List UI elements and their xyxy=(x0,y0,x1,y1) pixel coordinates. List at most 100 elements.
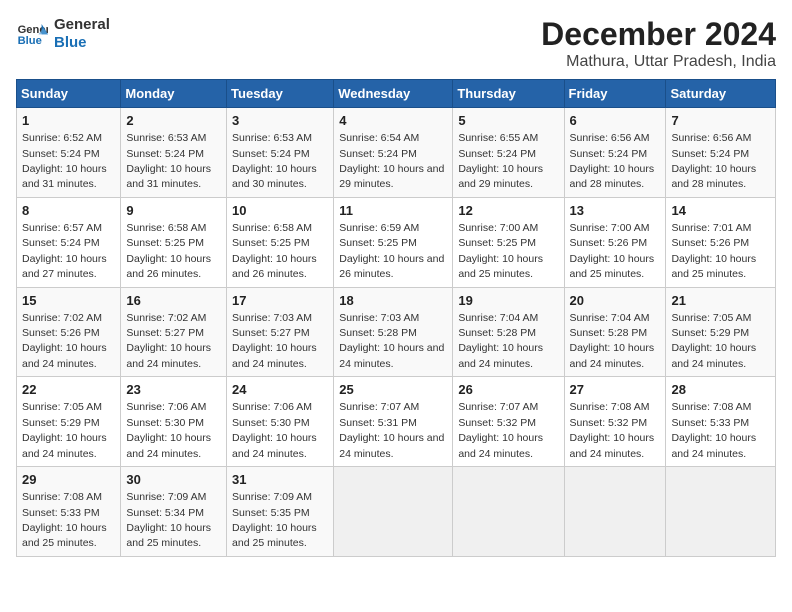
calendar-cell: 17 Sunrise: 7:03 AMSunset: 5:27 PMDayligh… xyxy=(227,287,334,377)
calendar-cell: 21 Sunrise: 7:05 AMSunset: 5:29 PMDayligh… xyxy=(666,287,776,377)
calendar-cell: 11Sunrise: 6:59 AMSunset: 5:25 PMDayligh… xyxy=(334,197,453,287)
calendar-cell: 24 Sunrise: 7:06 AMSunset: 5:30 PMDayligh… xyxy=(227,377,334,467)
calendar-cell: 6Sunrise: 6:56 AMSunset: 5:24 PMDaylight… xyxy=(564,108,666,198)
day-info: Sunrise: 6:54 AMSunset: 5:24 PMDaylight:… xyxy=(339,132,444,190)
day-number: 21 xyxy=(671,292,770,310)
header: General Blue General Blue December 2024 … xyxy=(16,16,776,71)
day-number: 17 xyxy=(232,292,328,310)
calendar-cell: 10 Sunrise: 6:58 AMSunset: 5:25 PMDayligh… xyxy=(227,197,334,287)
calendar-cell: 7 Sunrise: 6:56 AMSunset: 5:24 PMDaylight… xyxy=(666,108,776,198)
logo-blue: Blue xyxy=(54,34,110,52)
day-info: Sunrise: 7:09 AMSunset: 5:35 PMDaylight:… xyxy=(232,491,317,549)
logo: General Blue General Blue xyxy=(16,16,110,52)
page-subtitle: Mathura, Uttar Pradesh, India xyxy=(541,53,776,71)
calendar-week-1: 1Sunrise: 6:52 AMSunset: 5:24 PMDaylight… xyxy=(17,108,776,198)
day-info: Sunrise: 7:08 AMSunset: 5:33 PMDaylight:… xyxy=(671,401,756,459)
day-info: Sunrise: 6:58 AMSunset: 5:25 PMDaylight:… xyxy=(232,222,317,280)
day-number: 30 xyxy=(126,471,221,489)
calendar-cell: 27 Sunrise: 7:08 AMSunset: 5:32 PMDayligh… xyxy=(564,377,666,467)
day-info: Sunrise: 7:05 AMSunset: 5:29 PMDaylight:… xyxy=(671,312,756,370)
day-info: Sunrise: 7:06 AMSunset: 5:30 PMDaylight:… xyxy=(232,401,317,459)
day-number: 12 xyxy=(458,202,558,220)
day-number: 9 xyxy=(126,202,221,220)
day-info: Sunrise: 6:53 AMSunset: 5:24 PMDaylight:… xyxy=(126,132,211,190)
calendar-cell: 19 Sunrise: 7:04 AMSunset: 5:28 PMDayligh… xyxy=(453,287,564,377)
day-number: 5 xyxy=(458,112,558,130)
day-number: 23 xyxy=(126,381,221,399)
calendar-table: SundayMondayTuesdayWednesdayThursdayFrid… xyxy=(16,79,776,557)
calendar-cell: 31 Sunrise: 7:09 AMSunset: 5:35 PMDayligh… xyxy=(227,467,334,557)
day-number: 14 xyxy=(671,202,770,220)
calendar-week-2: 8 Sunrise: 6:57 AMSunset: 5:24 PMDaylight… xyxy=(17,197,776,287)
calendar-cell: 22 Sunrise: 7:05 AMSunset: 5:29 PMDayligh… xyxy=(17,377,121,467)
day-number: 13 xyxy=(570,202,661,220)
day-info: Sunrise: 7:04 AMSunset: 5:28 PMDaylight:… xyxy=(570,312,655,370)
day-info: Sunrise: 6:56 AMSunset: 5:24 PMDaylight:… xyxy=(570,132,655,190)
day-number: 24 xyxy=(232,381,328,399)
day-info: Sunrise: 7:05 AMSunset: 5:29 PMDaylight:… xyxy=(22,401,107,459)
title-area: December 2024 Mathura, Uttar Pradesh, In… xyxy=(541,16,776,71)
day-number: 26 xyxy=(458,381,558,399)
svg-text:Blue: Blue xyxy=(18,35,42,47)
day-number: 31 xyxy=(232,471,328,489)
day-number: 25 xyxy=(339,381,447,399)
calendar-cell: 20 Sunrise: 7:04 AMSunset: 5:28 PMDayligh… xyxy=(564,287,666,377)
calendar-week-3: 15Sunrise: 7:02 AMSunset: 5:26 PMDayligh… xyxy=(17,287,776,377)
calendar-cell: 5Sunrise: 6:55 AMSunset: 5:24 PMDaylight… xyxy=(453,108,564,198)
calendar-cell: 25 Sunrise: 7:07 AMSunset: 5:31 PMDayligh… xyxy=(334,377,453,467)
header-saturday: Saturday xyxy=(666,80,776,108)
day-number: 15 xyxy=(22,292,115,310)
day-info: Sunrise: 7:07 AMSunset: 5:32 PMDaylight:… xyxy=(458,401,543,459)
day-number: 19 xyxy=(458,292,558,310)
day-info: Sunrise: 6:57 AMSunset: 5:24 PMDaylight:… xyxy=(22,222,107,280)
day-info: Sunrise: 7:07 AMSunset: 5:31 PMDaylight:… xyxy=(339,401,444,459)
day-number: 27 xyxy=(570,381,661,399)
calendar-cell: 14 Sunrise: 7:01 AMSunset: 5:26 PMDayligh… xyxy=(666,197,776,287)
day-info: Sunrise: 6:56 AMSunset: 5:24 PMDaylight:… xyxy=(671,132,756,190)
day-info: Sunrise: 7:08 AMSunset: 5:32 PMDaylight:… xyxy=(570,401,655,459)
calendar-cell: 30Sunrise: 7:09 AMSunset: 5:34 PMDayligh… xyxy=(121,467,227,557)
day-number: 28 xyxy=(671,381,770,399)
calendar-cell xyxy=(666,467,776,557)
calendar-cell: 2 Sunrise: 6:53 AMSunset: 5:24 PMDaylight… xyxy=(121,108,227,198)
calendar-cell: 28 Sunrise: 7:08 AMSunset: 5:33 PMDayligh… xyxy=(666,377,776,467)
calendar-cell: 8 Sunrise: 6:57 AMSunset: 5:24 PMDaylight… xyxy=(17,197,121,287)
day-number: 2 xyxy=(126,112,221,130)
day-info: Sunrise: 6:53 AMSunset: 5:24 PMDaylight:… xyxy=(232,132,317,190)
calendar-cell: 13Sunrise: 7:00 AMSunset: 5:26 PMDayligh… xyxy=(564,197,666,287)
day-number: 22 xyxy=(22,381,115,399)
day-info: Sunrise: 7:04 AMSunset: 5:28 PMDaylight:… xyxy=(458,312,543,370)
day-info: Sunrise: 7:06 AMSunset: 5:30 PMDaylight:… xyxy=(126,401,211,459)
header-tuesday: Tuesday xyxy=(227,80,334,108)
day-info: Sunrise: 7:01 AMSunset: 5:26 PMDaylight:… xyxy=(671,222,756,280)
header-wednesday: Wednesday xyxy=(334,80,453,108)
calendar-cell: 9 Sunrise: 6:58 AMSunset: 5:25 PMDaylight… xyxy=(121,197,227,287)
calendar-cell xyxy=(453,467,564,557)
logo-general: General xyxy=(54,16,110,34)
header-friday: Friday xyxy=(564,80,666,108)
calendar-cell: 23 Sunrise: 7:06 AMSunset: 5:30 PMDayligh… xyxy=(121,377,227,467)
logo-icon: General Blue xyxy=(16,20,48,48)
calendar-cell: 3 Sunrise: 6:53 AMSunset: 5:24 PMDaylight… xyxy=(227,108,334,198)
day-number: 7 xyxy=(671,112,770,130)
day-number: 18 xyxy=(339,292,447,310)
day-number: 20 xyxy=(570,292,661,310)
day-info: Sunrise: 7:03 AMSunset: 5:27 PMDaylight:… xyxy=(232,312,317,370)
header-monday: Monday xyxy=(121,80,227,108)
day-info: Sunrise: 7:02 AMSunset: 5:27 PMDaylight:… xyxy=(126,312,211,370)
day-number: 29 xyxy=(22,471,115,489)
day-number: 8 xyxy=(22,202,115,220)
day-number: 4 xyxy=(339,112,447,130)
day-info: Sunrise: 7:08 AMSunset: 5:33 PMDaylight:… xyxy=(22,491,107,549)
day-number: 3 xyxy=(232,112,328,130)
day-info: Sunrise: 7:03 AMSunset: 5:28 PMDaylight:… xyxy=(339,312,444,370)
calendar-cell: 4 Sunrise: 6:54 AMSunset: 5:24 PMDaylight… xyxy=(334,108,453,198)
day-info: Sunrise: 6:58 AMSunset: 5:25 PMDaylight:… xyxy=(126,222,211,280)
day-number: 10 xyxy=(232,202,328,220)
calendar-cell: 16 Sunrise: 7:02 AMSunset: 5:27 PMDayligh… xyxy=(121,287,227,377)
day-info: Sunrise: 6:59 AMSunset: 5:25 PMDaylight:… xyxy=(339,222,444,280)
calendar-cell: 15Sunrise: 7:02 AMSunset: 5:26 PMDayligh… xyxy=(17,287,121,377)
day-number: 16 xyxy=(126,292,221,310)
page-title: December 2024 xyxy=(541,16,776,53)
day-info: Sunrise: 6:52 AMSunset: 5:24 PMDaylight:… xyxy=(22,132,107,190)
